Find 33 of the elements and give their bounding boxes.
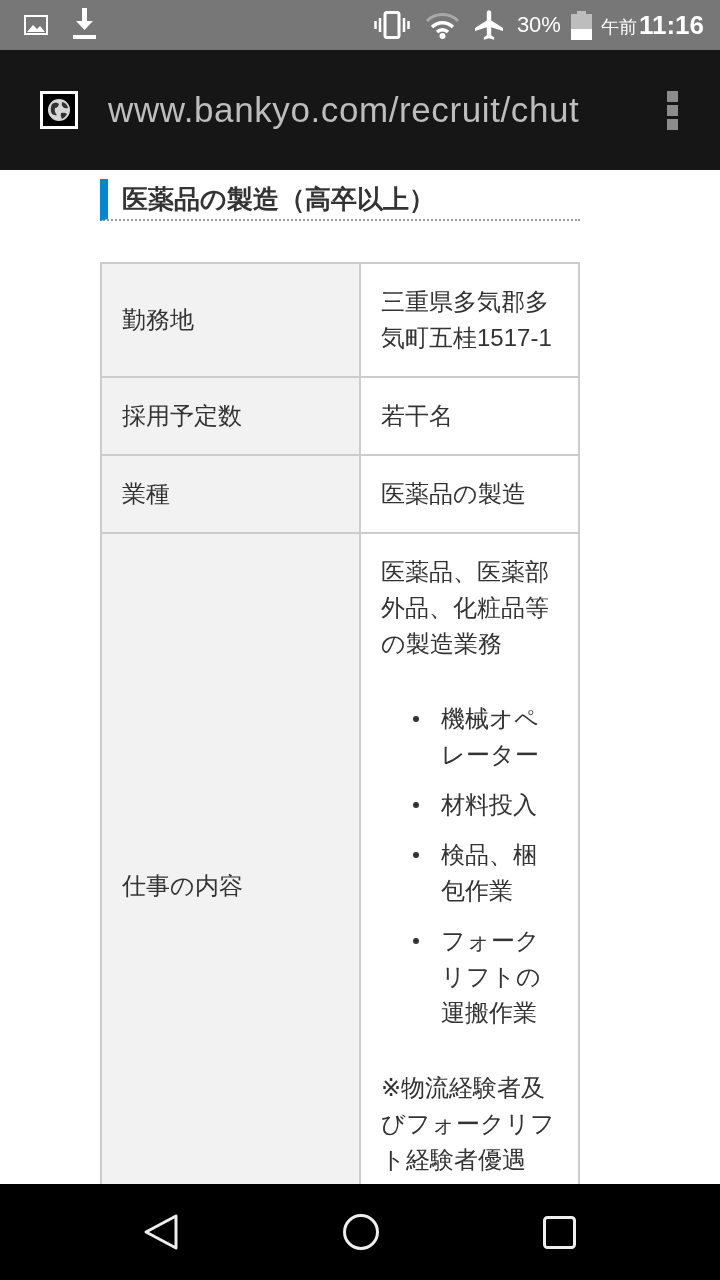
bullet-icon [413, 938, 419, 944]
list-item-text: 機械オペレーター [441, 704, 540, 770]
field-label: 仕事の内容 [122, 871, 243, 899]
value-text: 若干名 [381, 402, 453, 429]
clock-period: 午前 [600, 16, 637, 39]
battery-icon [570, 10, 592, 40]
menu-icon[interactable] [667, 90, 678, 130]
field-label: 勤務地 [122, 306, 194, 333]
back-icon[interactable] [143, 1213, 179, 1251]
bullet-icon [413, 802, 419, 808]
globe-icon [40, 91, 78, 129]
bullet-icon [413, 852, 419, 858]
value-text: 医薬品の製造 [381, 480, 526, 507]
clock-time: 11:16 [638, 10, 704, 40]
bullet-icon [413, 716, 419, 722]
value-paragraph: ※物流経験者及びフォークリフト経験者優遇 [381, 1073, 556, 1175]
wifi-icon [424, 11, 460, 39]
image-icon [24, 15, 48, 35]
list-item-text: 材料投入 [441, 790, 538, 820]
battery-percent: 30% [516, 12, 561, 38]
vibrate-icon [373, 11, 410, 39]
airplane-icon [474, 10, 503, 40]
list-item-text: フォークリフトの運搬作業 [441, 926, 542, 1028]
recent-apps-icon[interactable] [543, 1215, 576, 1249]
section-heading: 医薬品の製造（高卒以上） [100, 179, 580, 221]
value-paragraph: 医薬品、医薬部外品、化粧品等の製造業務 [381, 557, 550, 659]
field-label: 採用予定数 [122, 402, 242, 429]
value-text: 三重県多気郡多気町五桂1517-1 [381, 288, 552, 351]
download-icon [73, 7, 96, 39]
home-icon[interactable] [343, 1214, 379, 1250]
field-label: 業種 [122, 480, 170, 507]
list-item-text: 検品、梱包作業 [441, 840, 538, 906]
url-text[interactable]: www.bankyo.com/recruit/chut [108, 88, 580, 132]
